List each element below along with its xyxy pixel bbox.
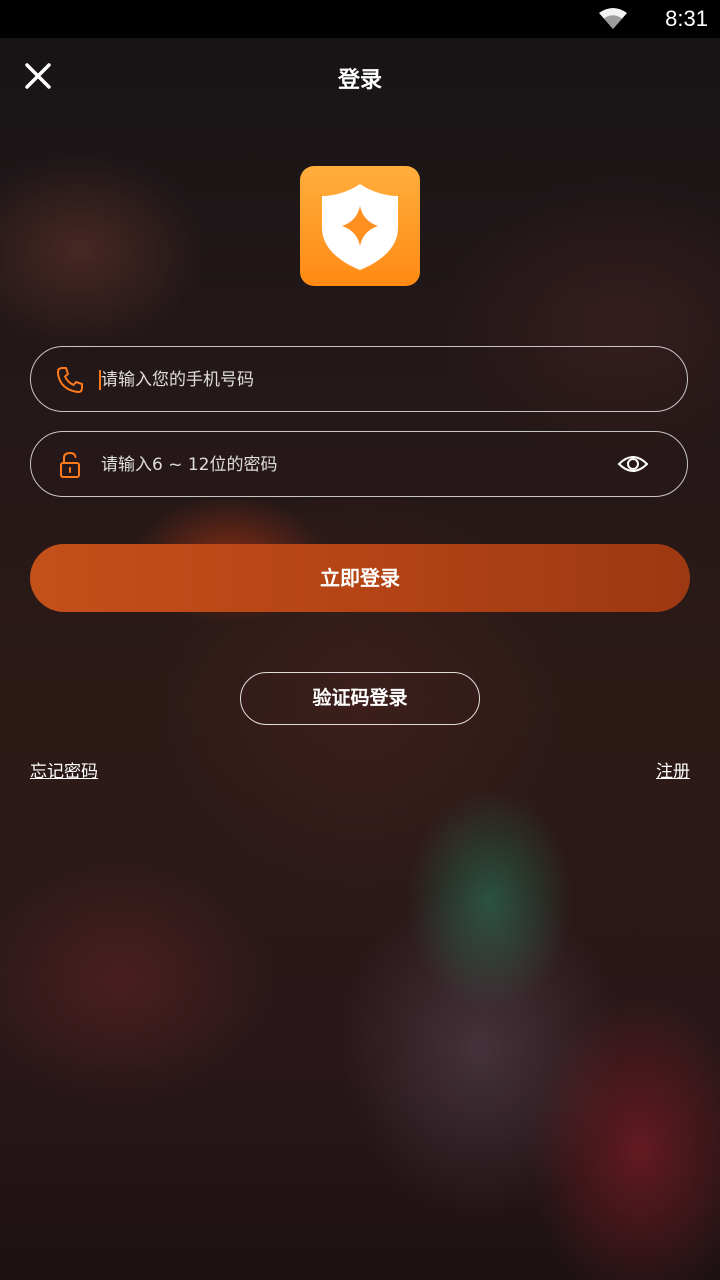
app-logo: [300, 166, 420, 286]
unlock-icon: [60, 451, 80, 478]
status-time: 8:31: [665, 6, 708, 31]
wifi-icon: [599, 8, 627, 29]
login-screen: 8:31 登录 立即登录 验证码登录 忘记密码 注册: [0, 0, 720, 1280]
status-bar: 8:31: [0, 0, 720, 38]
password-field[interactable]: [30, 431, 688, 498]
forgot-password-link[interactable]: 忘记密码: [30, 757, 98, 782]
password-input[interactable]: [99, 432, 603, 498]
page-title: 登录: [337, 68, 382, 93]
login-button[interactable]: 立即登录: [30, 544, 690, 612]
phone-input[interactable]: [99, 347, 603, 413]
phone-icon: [57, 367, 83, 393]
register-link[interactable]: 注册: [656, 757, 690, 782]
code-login-button[interactable]: 验证码登录: [240, 672, 480, 725]
phone-field[interactable]: [30, 346, 688, 413]
shield-star-icon: [322, 184, 398, 270]
eye-icon[interactable]: [617, 452, 649, 476]
